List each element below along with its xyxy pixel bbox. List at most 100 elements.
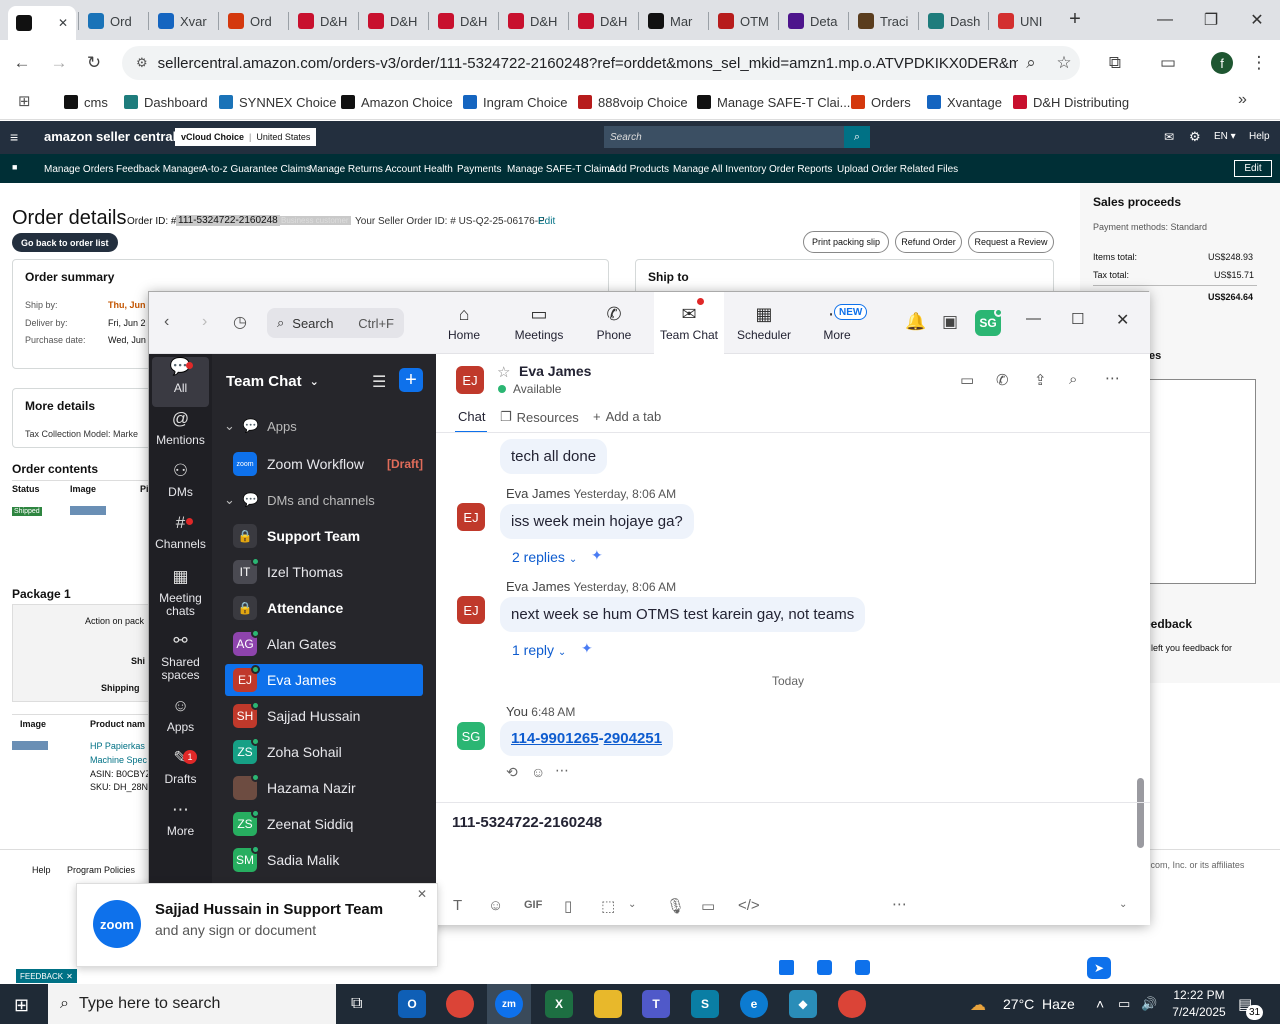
video-message-icon[interactable]: ▭ xyxy=(701,897,715,915)
product-link-2[interactable]: Machine Spec xyxy=(90,755,147,765)
sender-avatar[interactable]: EJ xyxy=(457,596,485,624)
chevron-down-icon[interactable]: ⌄ xyxy=(628,899,636,910)
bookmark-item[interactable]: SYNNEX Choice xyxy=(219,92,337,112)
bookmark-star-icon[interactable]: ☆ xyxy=(1053,52,1075,74)
zoom-back-icon[interactable]: ‹ xyxy=(164,313,169,331)
gift-icon[interactable]: ▣ xyxy=(942,312,958,332)
send-icon[interactable]: ➤ xyxy=(1087,957,1111,979)
weather-text[interactable]: 27°C Haze xyxy=(1003,996,1075,1012)
browser-tab[interactable]: Dash xyxy=(920,6,990,36)
mail-icon[interactable]: ✉ xyxy=(1164,130,1174,144)
product-thumbnail[interactable] xyxy=(70,506,106,515)
code-icon[interactable]: </> xyxy=(738,897,760,914)
refund-order-button[interactable]: Refund Order xyxy=(895,231,962,253)
notes-textarea[interactable] xyxy=(1147,379,1256,584)
zoom-tab[interactable]: ⋯More xyxy=(802,292,872,354)
product-image[interactable] xyxy=(12,741,48,750)
gif-icon[interactable]: GIF xyxy=(524,899,542,911)
nav-item[interactable]: Payments xyxy=(457,164,501,175)
ai-sparkle-icon[interactable]: ✦ xyxy=(581,640,593,657)
rail-item[interactable]: ▦ Meeting chats xyxy=(152,568,209,618)
bookmark-item[interactable]: Amazon Choice xyxy=(341,92,453,112)
tab-chat[interactable]: Chat xyxy=(458,409,485,424)
rail-item[interactable]: @ Mentions xyxy=(152,410,209,447)
video-call-icon[interactable]: ▭ xyxy=(960,371,974,389)
nav-item[interactable]: Manage SAFE-T Claims xyxy=(507,164,615,175)
nav-item[interactable]: A-to-z Guarantee Claims xyxy=(201,164,311,175)
outlook-icon[interactable]: O xyxy=(398,990,426,1018)
browser-tab[interactable]: Traci xyxy=(850,6,920,36)
filter-icon[interactable]: ☰ xyxy=(372,372,386,392)
amazon-logo[interactable]: amazon seller central xyxy=(44,129,176,144)
zoom-tab[interactable]: ✉ Team Chat xyxy=(654,292,724,354)
close-window-icon[interactable]: ✕ xyxy=(1234,0,1280,40)
contact-item[interactable]: 🔒 Attendance xyxy=(225,592,423,624)
feedback-tab[interactable]: FEEDBACK ✕ xyxy=(16,969,77,983)
zoom-tab[interactable]: ⌂ Home xyxy=(429,292,499,354)
zoom-tab[interactable]: ▭ Meetings xyxy=(504,292,574,354)
request-review-button[interactable]: Request a Review xyxy=(968,231,1054,253)
zoom-close-icon[interactable]: ✕ xyxy=(1116,310,1129,330)
nav-item[interactable]: Feedback Manager xyxy=(116,164,202,175)
contact-item[interactable]: SM Sadia Malik xyxy=(225,844,423,876)
app-1-icon[interactable] xyxy=(779,960,794,975)
replies-link[interactable]: 2 replies ⌄ xyxy=(512,549,577,565)
notification-close-icon[interactable]: ✕ xyxy=(417,887,427,901)
zoom-tab[interactable]: ▦ Scheduler xyxy=(729,292,799,354)
my-avatar[interactable]: SG xyxy=(457,722,485,750)
store-switcher[interactable]: vCloud Choice | United States xyxy=(175,128,317,146)
settings-gear-icon[interactable]: ⚙ xyxy=(1189,129,1201,145)
seller-order-edit-link[interactable]: Edit xyxy=(538,216,555,227)
more-options-icon[interactable]: ⋯ xyxy=(1105,369,1120,387)
network-icon[interactable]: ▭ xyxy=(1118,996,1130,1012)
nav-item[interactable]: Upload Order Related Files xyxy=(837,164,958,175)
contact-item[interactable]: EJ Eva James xyxy=(225,664,423,696)
tab-close-icon[interactable]: ✕ xyxy=(58,16,68,30)
excel-icon[interactable]: X xyxy=(545,990,573,1018)
zoom-maximize-icon[interactable]: ☐ xyxy=(1071,310,1084,328)
nav-item[interactable]: Add Products xyxy=(609,164,669,175)
rail-item[interactable]: ⚯ Shared spaces xyxy=(152,632,209,682)
hamburger-menu-icon[interactable]: ≡ xyxy=(10,129,18,145)
volume-icon[interactable]: 🔊 xyxy=(1141,996,1157,1012)
footer-policies-link[interactable]: Program Policies xyxy=(67,865,135,875)
chrome-icon-2[interactable] xyxy=(838,990,866,1018)
browser-tab[interactable]: Ord xyxy=(80,6,150,36)
profile-avatar[interactable]: f xyxy=(1211,52,1233,74)
browser-tab[interactable]: Deta xyxy=(780,6,850,36)
rail-item[interactable]: ☺ Apps xyxy=(152,697,209,734)
help-link[interactable]: Help xyxy=(1249,131,1270,142)
pin-icon[interactable]: ■ xyxy=(12,162,17,172)
forward-icon[interactable]: → xyxy=(48,52,70,74)
ai-sparkle-icon[interactable]: ✦ xyxy=(591,547,603,564)
zoom-notification[interactable]: zoom Sajjad Hussain in Support Team and … xyxy=(76,883,438,967)
section-apps[interactable]: ⌄ 💬 Apps xyxy=(224,418,297,434)
nav-item[interactable]: Manage Orders xyxy=(44,164,113,175)
app-2-icon[interactable] xyxy=(817,960,832,975)
bookmark-item[interactable]: Dashboard xyxy=(124,92,208,112)
amazon-search-input[interactable]: Search xyxy=(604,126,844,148)
browser-tab[interactable]: D&H xyxy=(500,6,570,36)
app-diamond-icon[interactable]: ◆ xyxy=(789,990,817,1018)
zoom-lens-icon[interactable]: ⌕ xyxy=(1020,52,1042,74)
message-bubble[interactable]: 114-9901265-2904251 xyxy=(500,721,673,756)
message-more-icon[interactable]: ⋯ xyxy=(555,762,569,779)
team-chat-title[interactable]: Team Chat ⌄ xyxy=(226,373,319,390)
zoom-workflow-item[interactable]: zoom Zoom Workflow [Draft] xyxy=(233,448,423,480)
emoji-icon[interactable]: ☺ xyxy=(488,897,503,914)
chat-title[interactable]: Eva James xyxy=(519,363,591,379)
clock-time[interactable]: 12:22 PM xyxy=(1170,988,1228,1002)
contact-item[interactable]: AG Alan Gates xyxy=(225,628,423,660)
new-tab-icon[interactable]: + xyxy=(1066,8,1084,32)
footer-help-link[interactable]: Help xyxy=(32,865,51,875)
phone-link[interactable]: 114-9901265 xyxy=(511,730,599,747)
taskbar-search-input[interactable]: ⌕ Type here to search xyxy=(48,984,336,1024)
browser-tab[interactable]: OTM xyxy=(710,6,780,36)
browser-tab[interactable]: ✕ xyxy=(8,6,76,40)
rail-item[interactable]: ⋯ More xyxy=(152,801,209,838)
message-bubble[interactable]: iss week mein hojaye ga? xyxy=(500,504,694,539)
nav-item[interactable]: Account Health xyxy=(385,164,453,175)
back-icon[interactable]: ← xyxy=(11,52,33,74)
zoom-search-input[interactable]: ⌕ Search Ctrl+F xyxy=(267,308,404,338)
taskbar-zoom-active[interactable]: zm xyxy=(487,984,531,1024)
